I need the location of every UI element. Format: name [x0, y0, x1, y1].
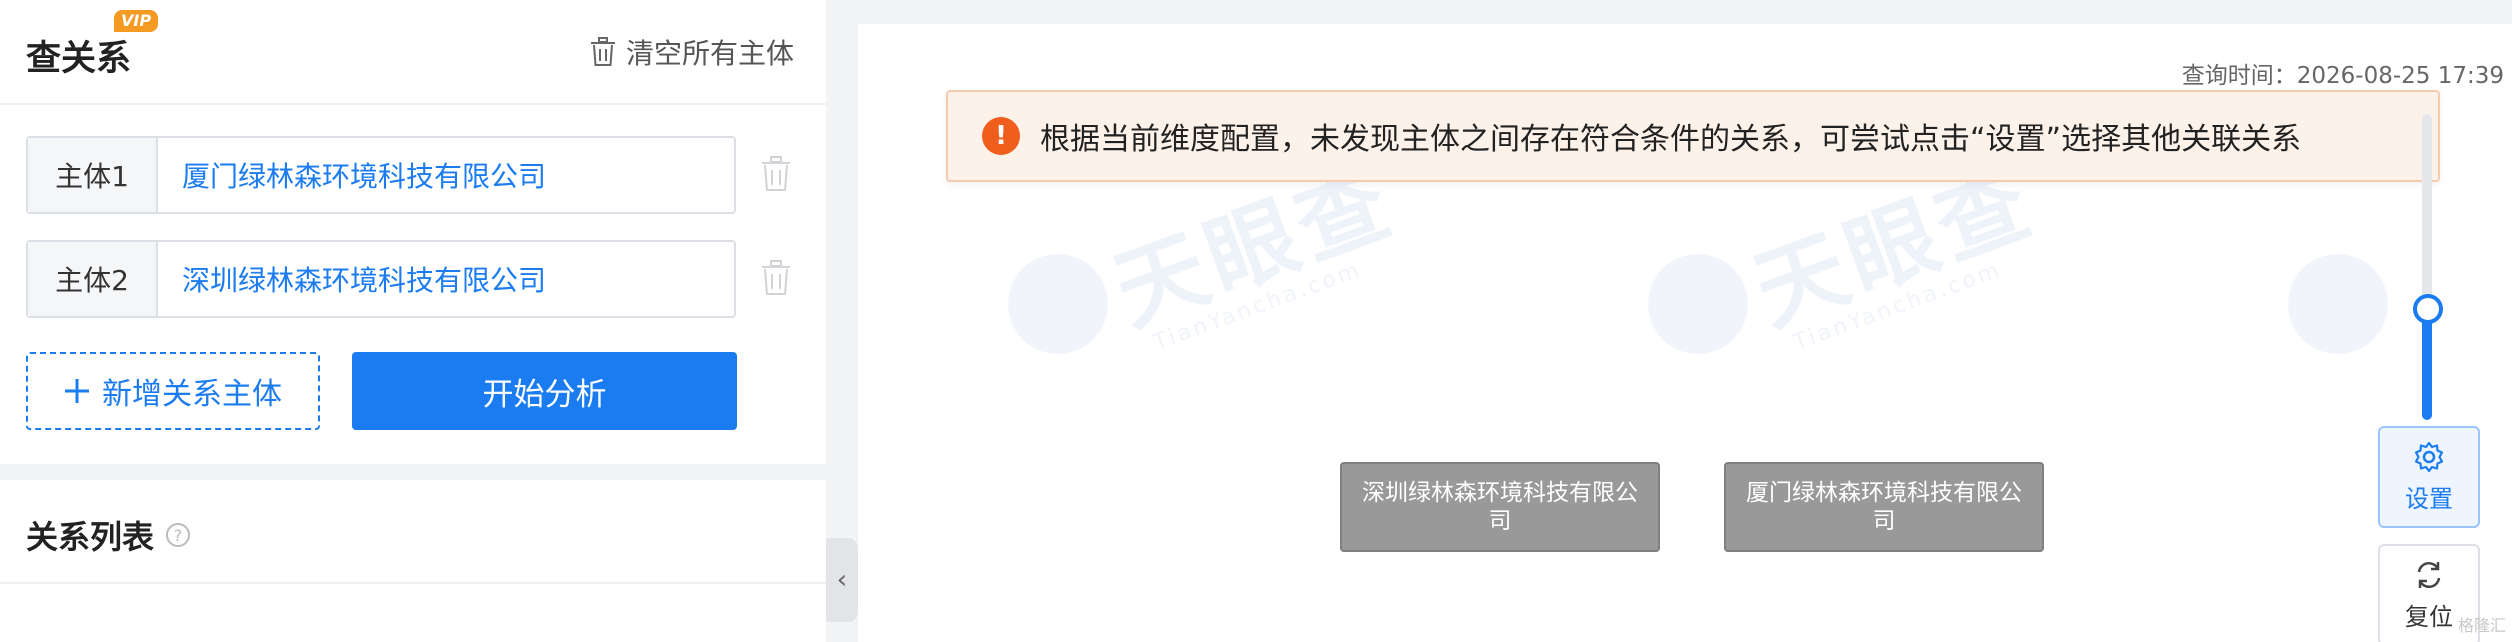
add-entity-button[interactable]: 新增关系主体 [26, 352, 320, 430]
graph-canvas[interactable]: 天眼查 TianYancha.com 天眼查 TianYancha.com 查询… [858, 24, 2512, 642]
refresh-icon [2417, 561, 2441, 588]
reset-label: 复位 [2405, 602, 2453, 631]
add-entity-label: 新增关系主体 [102, 377, 282, 412]
plus-icon [65, 379, 89, 403]
watermark-logo-icon [1008, 254, 1108, 354]
warning-icon: ! [982, 117, 1020, 155]
watermark-logo-icon [2288, 254, 2388, 354]
entity-label: 主体1 [28, 138, 158, 212]
trash-icon [590, 37, 615, 66]
relation-list-label: 关系列表 [26, 518, 155, 556]
query-time: 查询时间：2026-08-25 17:39 [2181, 63, 2504, 89]
chevron-left-icon: ‹ [836, 565, 848, 595]
list-divider [0, 582, 826, 584]
entity-row-1: 主体1 厦门绿林森环境科技有限公司 [26, 136, 736, 214]
left-panel: 查关系 VIP 清空所有主体 主体1 厦门绿林森环境科技有限公司 主体2 深圳绿… [0, 0, 826, 642]
help-icon[interactable]: ? [166, 523, 191, 547]
entity-row-2: 主体2 深圳绿林森环境科技有限公司 [26, 240, 736, 318]
entity-label: 主体2 [28, 242, 158, 316]
alert-message: 根据当前维度配置，未发现主体之间存在符合条件的关系，可尝试点击“设置”选择其他关… [1040, 122, 2302, 157]
page-title: 查关系 [26, 39, 132, 79]
corner-watermark: 格隆汇 [2457, 616, 2506, 635]
section-divider [0, 464, 826, 480]
clear-all-label: 清空所有主体 [625, 37, 794, 70]
panel-header: 查关系 VIP 清空所有主体 [0, 0, 826, 105]
relation-list-title: 关系列表 ? [26, 512, 191, 558]
delete-entity-1-icon[interactable] [760, 156, 792, 192]
watermark-logo-icon [1648, 254, 1748, 354]
gear-icon [2414, 441, 2444, 472]
graph-node[interactable]: 厦门绿林森环境科技有限公司 [1724, 462, 2044, 552]
collapse-panel-button[interactable]: ‹ [826, 538, 858, 622]
settings-button[interactable]: 设置 [2378, 426, 2480, 528]
entity-input[interactable]: 深圳绿林森环境科技有限公司 [158, 242, 734, 316]
graph-node[interactable]: 深圳绿林森环境科技有限公司 [1340, 462, 1660, 552]
zoom-slider-handle[interactable] [2413, 294, 2443, 324]
no-relation-alert: ! 根据当前维度配置，未发现主体之间存在符合条件的关系，可尝试点击“设置”选择其… [946, 90, 2440, 182]
vip-badge: VIP [114, 10, 159, 32]
entity-input[interactable]: 厦门绿林森环境科技有限公司 [158, 138, 734, 212]
delete-entity-2-icon[interactable] [760, 260, 792, 296]
zoom-slider-fill [2422, 308, 2432, 420]
settings-label: 设置 [2405, 484, 2453, 513]
start-analysis-button[interactable]: 开始分析 [352, 352, 737, 430]
clear-all-button[interactable]: 清空所有主体 [590, 32, 794, 72]
